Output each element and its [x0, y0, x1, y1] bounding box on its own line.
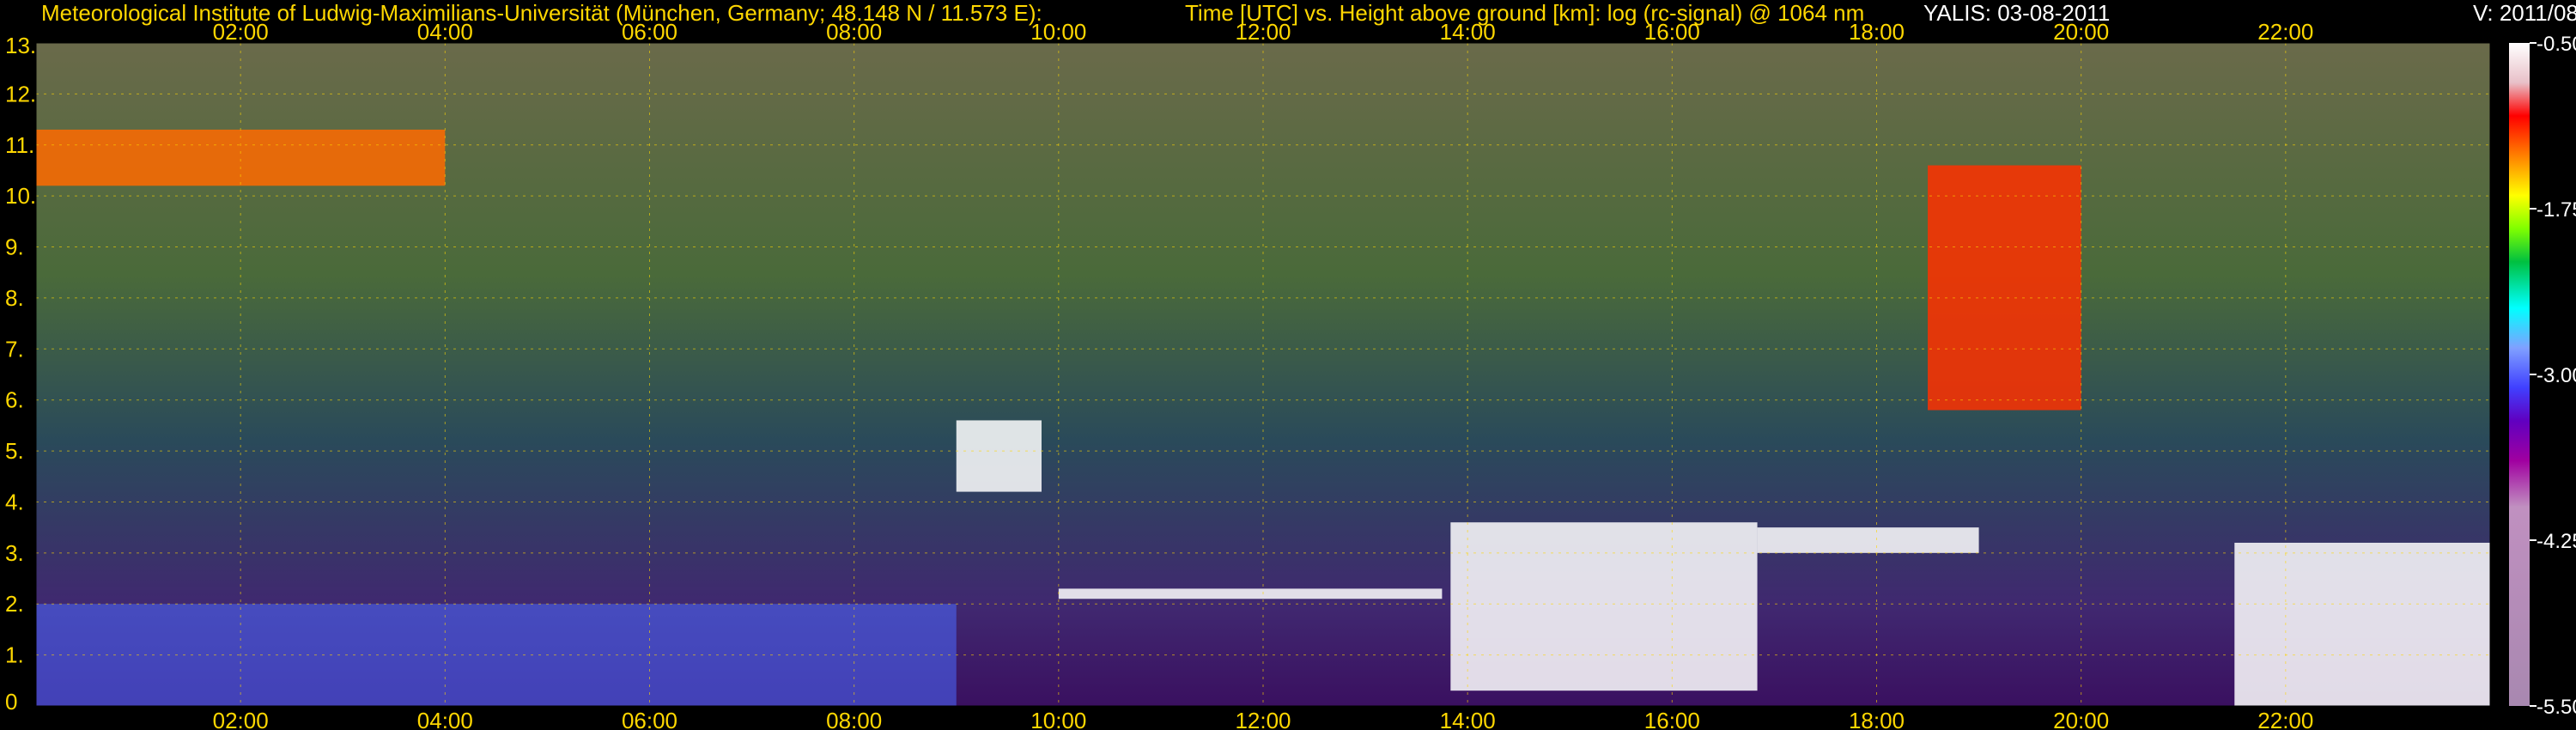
y-tick-label: 4. [5, 489, 24, 514]
x-tick-label: 20:00 [2053, 708, 2109, 730]
x-tick-label: 14:00 [1440, 19, 1496, 45]
x-tick-label: 02:00 [213, 19, 269, 45]
y-tick-label: 3. [5, 540, 24, 566]
y-tick-label: 0 [5, 689, 17, 715]
heatmap-chart: 02:00 02:00 04:00 04:00 06:00 06:00 08:00 08:00… [5, 19, 2576, 730]
feature-region-4 [1058, 588, 1443, 599]
x-tick-label: 16:00 [1644, 708, 1700, 730]
y-tick-label: 6. [5, 387, 24, 413]
x-tick-label: 08:00 [826, 708, 882, 730]
x-tick-label: 18:00 [1849, 708, 1905, 730]
x-tick-label: 06:00 [622, 19, 677, 45]
x-tick-label: 16:00 [1644, 19, 1700, 45]
y-tick-label: 10. [5, 183, 36, 209]
y-tick-label: 7. [5, 336, 24, 362]
x-tick-label: 12:00 [1235, 19, 1291, 45]
y-tick-label: 12. [5, 81, 36, 106]
colorbar-label: -5.50 [2537, 696, 2576, 719]
x-tick-label: 10:00 [1030, 19, 1086, 45]
y-tick-label: 13. [5, 33, 36, 58]
x-tick-label: 08:00 [826, 19, 882, 45]
x-tick-label: 18:00 [1849, 19, 1905, 45]
x-tick-label: 04:00 [417, 19, 473, 45]
colorbar-label: -3.00 [2537, 364, 2576, 387]
y-tick-label: 11. [5, 132, 34, 158]
x-tick-label: 12:00 [1235, 708, 1291, 730]
x-tick-label: 14:00 [1440, 708, 1496, 730]
y-tick-label: 1. [5, 642, 24, 668]
y-tick-label: 8. [5, 285, 24, 311]
x-tick-label: 04:00 [417, 708, 473, 730]
colorbar-label: -0.50 [2537, 33, 2576, 56]
colorbar-label: -4.25 [2537, 530, 2576, 553]
feature-region-5 [1450, 522, 1758, 691]
x-tick-label: 20:00 [2053, 19, 2109, 45]
feature-region-8 [2234, 542, 2490, 706]
y-tick-label: 2. [5, 591, 24, 617]
feature-region-7 [1928, 165, 2081, 411]
x-tick-label: 06:00 [622, 708, 677, 730]
x-tick-label: 22:00 [2257, 19, 2313, 45]
x-tick-label: 10:00 [1030, 708, 1086, 730]
colorbar [2509, 43, 2530, 706]
feature-region-6 [1757, 527, 1979, 553]
x-tick-label: 02:00 [213, 708, 269, 730]
colorbar-label: -1.75 [2537, 198, 2576, 222]
x-tick-label: 22:00 [2257, 708, 2313, 730]
y-tick-label: 9. [5, 234, 24, 260]
y-tick-label: 5. [5, 438, 24, 464]
feature-region-3 [956, 420, 1042, 492]
